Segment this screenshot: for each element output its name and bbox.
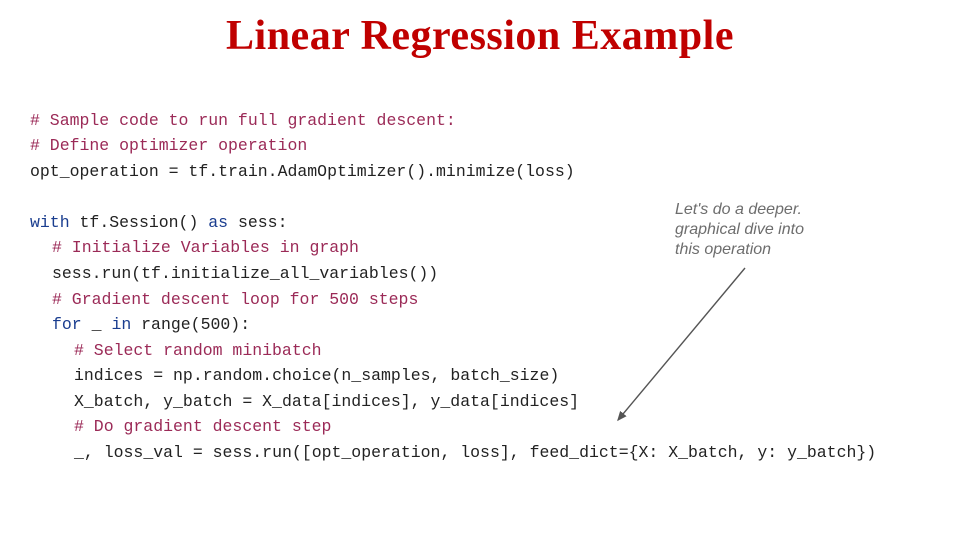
code-token: .: [252, 443, 262, 462]
code-token: X_batch: [668, 443, 737, 462]
code-token: tf: [70, 213, 100, 232]
code-token: (: [131, 264, 141, 283]
annotation-text: Let's do a deeper. graphical dive into t…: [675, 200, 895, 260]
code-comment: # Select random minibatch: [74, 341, 322, 360]
code-comment: # Define optimizer operation: [30, 136, 307, 155]
code-token: .: [208, 162, 218, 181]
code-token: run: [262, 443, 292, 462]
code-token: :: [767, 443, 787, 462]
code-token: sess: [203, 443, 253, 462]
code-token: :: [648, 443, 668, 462]
code-token: (: [332, 366, 342, 385]
code-token: Session: [109, 213, 178, 232]
code-token: AdamOptimizer: [278, 162, 407, 181]
code-token: }): [856, 443, 876, 462]
code-token: ]: [569, 392, 579, 411]
code-token: loss: [460, 443, 500, 462]
code-token: tf: [179, 162, 209, 181]
code-token: y: [757, 443, 767, 462]
code-comment: # Do gradient descent step: [74, 417, 331, 436]
code-token: .: [268, 162, 278, 181]
code-keyword: for: [52, 315, 82, 334]
code-token: np: [163, 366, 193, 385]
code-token: :: [278, 213, 288, 232]
code-token: ().: [406, 162, 436, 181]
annotation-line: Let's do a deeper.: [675, 201, 802, 218]
code-token: indices: [74, 366, 153, 385]
code-token: ): [565, 162, 575, 181]
code-token: opt_operation: [30, 162, 169, 181]
code-token: ,: [143, 392, 163, 411]
code-token: ()): [409, 264, 439, 283]
code-token: initialize_all_variables: [171, 264, 409, 283]
code-token: indices: [500, 392, 569, 411]
slide: Linear Regression Example # Sample code …: [0, 0, 960, 540]
code-token: range: [131, 315, 190, 334]
code-token: train: [218, 162, 268, 181]
code-token: ,: [738, 443, 758, 462]
code-token: =: [153, 366, 163, 385]
code-token: tf: [141, 264, 161, 283]
code-keyword: in: [111, 315, 131, 334]
code-token: =: [193, 443, 203, 462]
annotation-line: graphical dive into: [675, 221, 804, 238]
code-keyword: as: [208, 213, 228, 232]
code-token: [: [322, 392, 332, 411]
code-token: feed_dict: [530, 443, 619, 462]
code-token: ([: [292, 443, 312, 462]
code-comment: # Sample code to run full gradient desce…: [30, 111, 456, 130]
code-token: ],: [401, 392, 431, 411]
code-token: run: [102, 264, 132, 283]
code-token: .: [92, 264, 102, 283]
annotation-line: this operation: [675, 241, 771, 258]
code-token: .: [99, 213, 109, 232]
code-block: # Sample code to run full gradient desce…: [30, 82, 930, 465]
code-token: .: [262, 366, 272, 385]
code-token: ): [549, 366, 559, 385]
code-token: random: [203, 366, 262, 385]
code-token: n_samples: [341, 366, 430, 385]
code-token: X: [639, 443, 649, 462]
code-token: loss_val: [104, 443, 193, 462]
code-token: y_batch: [163, 392, 242, 411]
code-token: .: [161, 264, 171, 283]
code-token: =: [169, 162, 179, 181]
code-token: indices: [331, 392, 400, 411]
code-comment: # Gradient descent loop for 500 steps: [52, 290, 418, 309]
code-token: X_data: [252, 392, 321, 411]
code-token: X_batch: [74, 392, 143, 411]
code-token: _: [74, 443, 84, 462]
code-token: (: [191, 315, 201, 334]
code-token: =: [242, 392, 252, 411]
code-token: minimize: [436, 162, 515, 181]
code-comment: # Initialize Variables in graph: [52, 238, 359, 257]
code-token: (: [515, 162, 525, 181]
code-token: _: [82, 315, 112, 334]
code-token: opt_operation: [312, 443, 441, 462]
code-token: ],: [500, 443, 530, 462]
code-token: sess: [52, 264, 92, 283]
code-token: loss: [525, 162, 565, 181]
code-token: ={: [619, 443, 639, 462]
code-keyword: with: [30, 213, 70, 232]
code-token: ,: [84, 443, 104, 462]
code-token: sess: [228, 213, 278, 232]
code-token: (): [179, 213, 209, 232]
code-token: [: [490, 392, 500, 411]
code-token: choice: [272, 366, 331, 385]
code-token: y_data: [431, 392, 490, 411]
slide-title: Linear Regression Example: [30, 12, 930, 60]
code-token: 500: [201, 315, 231, 334]
code-token: y_batch: [787, 443, 856, 462]
code-token: ,: [440, 443, 460, 462]
code-token: ):: [230, 315, 250, 334]
code-token: .: [193, 366, 203, 385]
code-token: batch_size: [450, 366, 549, 385]
code-token: ,: [431, 366, 451, 385]
